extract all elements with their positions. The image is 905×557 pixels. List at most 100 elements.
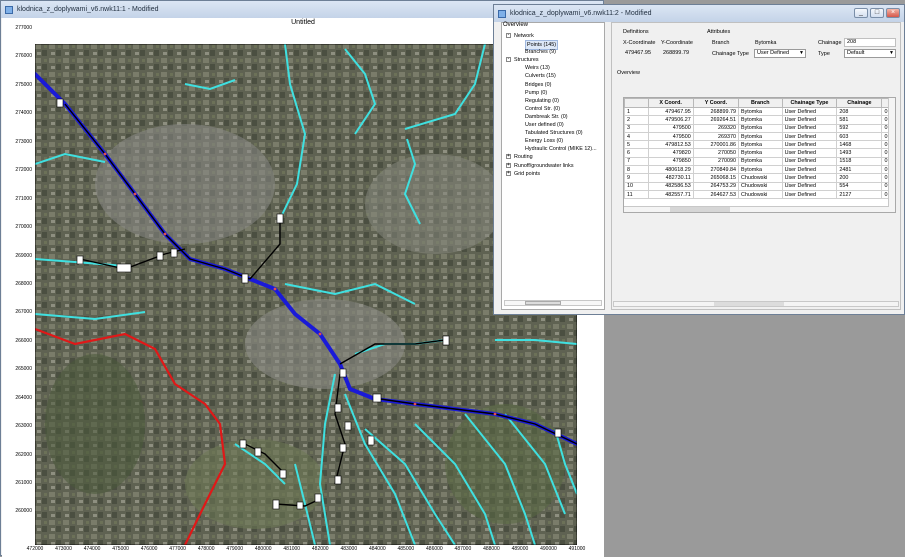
table-cell[interactable]: 270001.86 [692, 140, 740, 150]
table-cell[interactable]: 479500 [647, 131, 694, 142]
node-marker[interactable] [339, 443, 347, 453]
points-table-container[interactable]: X Coord. Y Coord. Branch Chainage Type Chain… [623, 97, 896, 213]
node-point[interactable] [318, 332, 322, 336]
node-marker[interactable] [344, 421, 352, 431]
table-cell[interactable]: User Defined [781, 115, 838, 125]
node-marker[interactable] [272, 499, 280, 510]
table-row[interactable]: 11 482557.71 264627.53 Chudowski User Define… [624, 189, 895, 200]
node-point[interactable] [163, 232, 167, 236]
table-cell[interactable]: 269370 [692, 131, 740, 142]
table-cell[interactable]: 1468 [836, 140, 883, 150]
table-cell[interactable]: 581 [836, 115, 883, 125]
table-cell[interactable]: 479812.53 [647, 140, 694, 150]
y-coordinate-value[interactable]: 268899.79 [663, 50, 689, 56]
scroll-thumb[interactable] [714, 302, 784, 306]
panel-hscrollbar[interactable] [613, 301, 899, 307]
node-marker[interactable] [442, 335, 450, 346]
node-marker[interactable] [279, 469, 287, 479]
node-marker[interactable] [314, 493, 322, 503]
table-cell[interactable]: 603 [836, 131, 883, 142]
table-cell[interactable]: Bytomka [738, 123, 783, 133]
network-tree[interactable]: - Network Points (145) Branches (9) - Structu… [505, 32, 603, 178]
node-marker[interactable] [334, 475, 342, 485]
table-cell[interactable]: 482586.53 [647, 181, 694, 191]
table-cell[interactable]: User Defined [781, 131, 838, 142]
scroll-thumb[interactable] [525, 301, 561, 305]
tree-hscrollbar[interactable] [504, 300, 602, 306]
type-select[interactable]: Default ▼ [844, 49, 896, 58]
tree-item[interactable]: + Grid points [505, 170, 603, 178]
table-vscrollbar[interactable] [888, 98, 895, 212]
table-cell[interactable]: 268899.79 [692, 106, 740, 117]
tree-item[interactable]: Hydraulic Control (MIKE 12)... [505, 145, 603, 153]
table-cell[interactable]: 482557.71 [647, 189, 694, 200]
table-cell[interactable]: 480618.29 [647, 165, 694, 175]
node-marker[interactable] [339, 368, 347, 378]
table-cell[interactable]: Chudowski [738, 181, 783, 191]
table-cell[interactable]: 9 [624, 173, 649, 183]
table-cell[interactable]: 7 [624, 156, 649, 167]
table-cell[interactable]: 1 [624, 106, 649, 117]
table-row[interactable]: 10 482586.53 264753.29 Chudowski User Define… [624, 181, 895, 191]
tree-item[interactable]: - Network [505, 32, 603, 40]
maximize-button[interactable]: □ [870, 8, 884, 18]
table-cell[interactable]: Bytomka [738, 140, 783, 150]
table-cell[interactable]: 5 [624, 140, 649, 150]
table-row[interactable]: 7 479850 270090 Bytomka User Defined 1518 0 [624, 156, 895, 167]
table-cell[interactable]: 4 [624, 131, 649, 142]
table-row[interactable]: 1 479467.95 268899.79 Bytomka User Defined 20… [624, 106, 895, 117]
column-header[interactable]: Branch [738, 98, 783, 108]
table-hscrollbar[interactable] [624, 206, 889, 212]
tree-item[interactable]: Branches (9) [505, 48, 603, 56]
table-cell[interactable]: User Defined [781, 140, 838, 150]
table-row[interactable]: 6 479820 270050 Bytomka User Defined 1493 0 [624, 148, 895, 158]
table-cell[interactable]: Chudowski [738, 189, 783, 200]
table-cell[interactable]: User Defined [781, 156, 838, 167]
expand-icon[interactable]: + [506, 154, 511, 160]
table-cell[interactable]: User Defined [781, 148, 838, 158]
node-marker[interactable] [76, 255, 84, 265]
table-row[interactable]: 4 479500 269370 Bytomka User Defined 603 0 [624, 131, 895, 142]
table-cell[interactable]: 269320 [692, 123, 740, 133]
node-marker[interactable] [116, 263, 132, 273]
table-row[interactable]: 2 479506.27 269264.51 Bytomka User Defined 58… [624, 115, 895, 125]
table-cell[interactable]: 479500 [647, 123, 694, 133]
tree-item[interactable]: Energy Loss (0) [505, 137, 603, 145]
table-cell[interactable]: Bytomka [738, 156, 783, 167]
node-marker[interactable] [334, 403, 342, 413]
node-marker[interactable] [156, 251, 164, 261]
table-cell[interactable]: User Defined [781, 106, 838, 117]
table-cell[interactable]: 3 [624, 123, 649, 133]
table-cell[interactable]: 1518 [836, 156, 883, 167]
table-cell[interactable]: Bytomka [738, 106, 783, 117]
overview-window[interactable]: klodnica_z_doplywami_v6.nwk11:2 - Modifi… [493, 4, 905, 315]
collapse-icon[interactable]: - [506, 57, 511, 63]
column-header[interactable]: Y Coord. [692, 98, 740, 108]
table-cell[interactable]: 2127 [836, 189, 883, 200]
node-marker[interactable] [56, 98, 64, 108]
tree-item[interactable]: Control Str. (0) [505, 105, 603, 113]
table-cell[interactable]: 270050 [692, 148, 740, 158]
node-marker[interactable] [276, 213, 284, 224]
table-cell[interactable]: 6 [624, 148, 649, 158]
node-point[interactable] [493, 412, 497, 416]
table-cell[interactable]: 200 [836, 173, 883, 183]
node-marker[interactable] [254, 447, 262, 457]
expand-icon[interactable]: + [506, 162, 511, 168]
table-cell[interactable]: 554 [836, 181, 883, 191]
tree-item[interactable]: Dambreak Str. (0) [505, 113, 603, 121]
table-cell[interactable]: 208 [836, 106, 883, 117]
tree-item[interactable]: Weirs (13) [505, 64, 603, 72]
node-point[interactable] [413, 402, 417, 406]
table-cell[interactable]: 2 [624, 115, 649, 125]
close-button[interactable]: × [886, 8, 900, 18]
column-header[interactable]: Chainage Type [781, 98, 838, 108]
table-cell[interactable]: Bytomka [738, 131, 783, 142]
overview-window-titlebar[interactable]: klodnica_z_doplywami_v6.nwk11:2 - Modifi… [494, 5, 904, 22]
tree-item[interactable]: + Runoff/groundwater links [505, 162, 603, 170]
table-cell[interactable]: Bytomka [738, 165, 783, 175]
node-marker[interactable] [239, 439, 247, 449]
table-cell[interactable]: User Defined [781, 189, 838, 200]
table-cell[interactable]: User Defined [781, 173, 838, 183]
table-cell[interactable]: 8 [624, 165, 649, 175]
